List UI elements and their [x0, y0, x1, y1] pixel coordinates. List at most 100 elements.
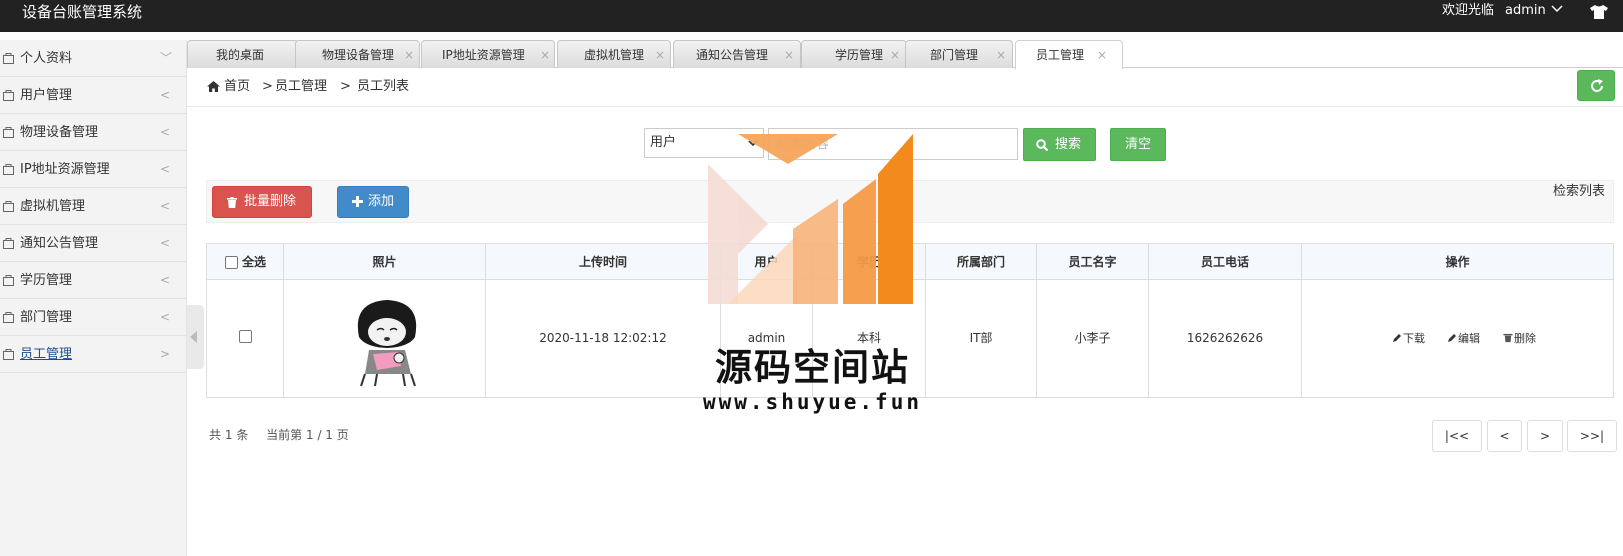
bag-icon — [3, 201, 14, 212]
close-icon[interactable]: × — [655, 41, 665, 69]
tab-label: 员工管理 — [1036, 48, 1085, 62]
search-icon — [1036, 139, 1048, 151]
search-button-label: 搜索 — [1055, 137, 1082, 152]
tab-employees[interactable]: 员工管理 × — [1015, 40, 1123, 69]
first-page-button[interactable]: |<< — [1432, 420, 1482, 452]
sidebar-item-vms[interactable]: 虚拟机管理 < — [0, 188, 187, 225]
sidebar-item-label: 用户管理 — [20, 88, 73, 103]
close-icon[interactable]: × — [1097, 41, 1107, 69]
sidebar-item-employees[interactable]: 员工管理 > — [0, 336, 187, 373]
search-field-value: 用户 — [650, 135, 677, 150]
sidebar-item-label: 虚拟机管理 — [20, 199, 86, 214]
chevron-left-icon: < — [160, 236, 171, 250]
column-header-department: 所属部门 — [956, 255, 1005, 269]
total-prefix: 共 — [209, 428, 222, 442]
select-all-checkbox[interactable] — [225, 256, 238, 269]
bag-icon — [3, 312, 14, 323]
breadcrumb-home[interactable]: 首页 — [224, 76, 250, 98]
breadcrumb-section[interactable]: 员工管理 — [275, 76, 327, 98]
chevron-right-icon: > — [160, 347, 171, 361]
sidebar-item-physical-devices[interactable]: 物理设备管理 < — [0, 114, 187, 151]
sidebar-item-profile[interactable]: 个人资料 ﹀ — [0, 40, 187, 77]
page-suffix: 页 — [336, 428, 349, 442]
tab-physical-devices[interactable]: 物理设备管理 × — [295, 40, 420, 68]
sidebar-item-label: 学历管理 — [20, 273, 73, 288]
close-icon[interactable]: × — [784, 41, 794, 69]
watermark-text: 源码空间站 — [715, 346, 910, 389]
column-header-actions: 操作 — [1445, 255, 1470, 269]
sidebar-item-notices[interactable]: 通知公告管理 < — [0, 225, 187, 262]
tab-label: 虚拟机管理 — [584, 48, 645, 62]
shirt-icon[interactable] — [1590, 5, 1608, 19]
user-name: admin — [1505, 3, 1546, 18]
sidebar-item-label: IP地址资源管理 — [20, 162, 110, 177]
tab-vms[interactable]: 虚拟机管理 × — [557, 40, 671, 68]
chevron-left-icon: < — [160, 310, 171, 324]
clear-button[interactable]: 清空 — [1110, 128, 1166, 161]
search-button[interactable]: 搜索 — [1023, 128, 1096, 161]
refresh-button[interactable] — [1577, 70, 1615, 101]
edit-label: 编辑 — [1458, 332, 1480, 345]
breadcrumb-current: 员工列表 — [357, 79, 410, 94]
tab-departments[interactable]: 部门管理 × — [905, 40, 1013, 68]
row-checkbox[interactable] — [239, 330, 252, 343]
batch-delete-label: 批量删除 — [244, 194, 297, 209]
batch-delete-button[interactable]: 批量删除 — [212, 186, 312, 218]
pagination-info: 共 1 条 当前第 1 / 1 页 — [209, 425, 349, 445]
sidebar-item-users[interactable]: 用户管理 < — [0, 77, 187, 114]
column-header-phone: 员工电话 — [1200, 255, 1249, 269]
tab-label: 我的桌面 — [216, 48, 265, 62]
add-label: 添加 — [368, 194, 395, 209]
delete-label: 删除 — [1514, 332, 1536, 345]
sidebar-item-ip-resources[interactable]: IP地址资源管理 < — [0, 151, 187, 188]
search-list-label: 检索列表 — [1553, 184, 1606, 199]
chevron-left-icon: < — [160, 273, 171, 287]
close-icon[interactable]: × — [996, 41, 1006, 69]
cell-name: 小李子 — [1074, 331, 1111, 345]
watermark-logo — [708, 134, 913, 304]
sidebar-item-label: 部门管理 — [20, 310, 73, 325]
pencil-icon — [1393, 334, 1401, 342]
delete-button[interactable]: 删除 — [1503, 280, 1536, 397]
chevron-left-icon: < — [160, 125, 171, 139]
sidebar-item-label: 通知公告管理 — [20, 236, 99, 251]
next-page-button[interactable]: > — [1527, 420, 1563, 452]
sidebar: 个人资料 ﹀ 用户管理 < 物理设备管理 < IP地址资源管理 < 虚拟机管理 … — [0, 40, 187, 556]
total-suffix: 条 — [236, 428, 249, 442]
sidebar-item-label: 物理设备管理 — [20, 125, 99, 140]
tab-desktop[interactable]: 我的桌面 — [187, 40, 299, 68]
employee-photo — [357, 300, 417, 387]
chevron-left-icon: < — [160, 88, 171, 102]
top-bar: 设备台账管理系统 欢迎光临 admin — [0, 0, 1623, 32]
chevron-left-icon: < — [160, 162, 171, 176]
tab-notices[interactable]: 通知公告管理 × — [673, 40, 801, 68]
prev-page-button[interactable]: < — [1487, 420, 1522, 452]
close-icon[interactable]: × — [890, 41, 900, 69]
home-icon — [207, 81, 220, 92]
close-icon[interactable]: × — [404, 41, 414, 69]
download-button[interactable]: 下载 — [1392, 280, 1425, 397]
clear-button-label: 清空 — [1124, 137, 1151, 152]
sidebar-item-education[interactable]: 学历管理 < — [0, 262, 187, 299]
add-button[interactable]: 添加 — [337, 186, 409, 218]
user-menu[interactable]: admin — [1505, 0, 1563, 22]
bag-icon — [3, 164, 14, 175]
cell-department: IT部 — [969, 331, 993, 345]
app-title: 设备台账管理系统 — [22, 3, 143, 21]
breadcrumb-separator: > — [262, 79, 273, 94]
sidebar-collapse-handle[interactable] — [187, 305, 204, 369]
tab-label: 通知公告管理 — [696, 48, 769, 62]
sidebar-item-departments[interactable]: 部门管理 < — [0, 299, 187, 336]
divider — [187, 106, 1623, 107]
chevron-down-icon: ﹀ — [160, 51, 173, 65]
column-header-name: 员工名字 — [1068, 255, 1117, 269]
download-label: 下载 — [1403, 332, 1425, 345]
bag-icon — [3, 127, 14, 138]
last-page-button[interactable]: >>| — [1567, 420, 1617, 452]
close-icon[interactable]: × — [540, 41, 550, 69]
cell-upload-time: 2020-11-18 12:02:12 — [539, 331, 667, 345]
tab-ip-resources[interactable]: IP地址资源管理 × — [421, 40, 555, 68]
tab-education[interactable]: 学历管理 × — [801, 40, 907, 68]
chevron-down-icon — [1551, 5, 1563, 13]
edit-button[interactable]: 编辑 — [1447, 280, 1480, 397]
